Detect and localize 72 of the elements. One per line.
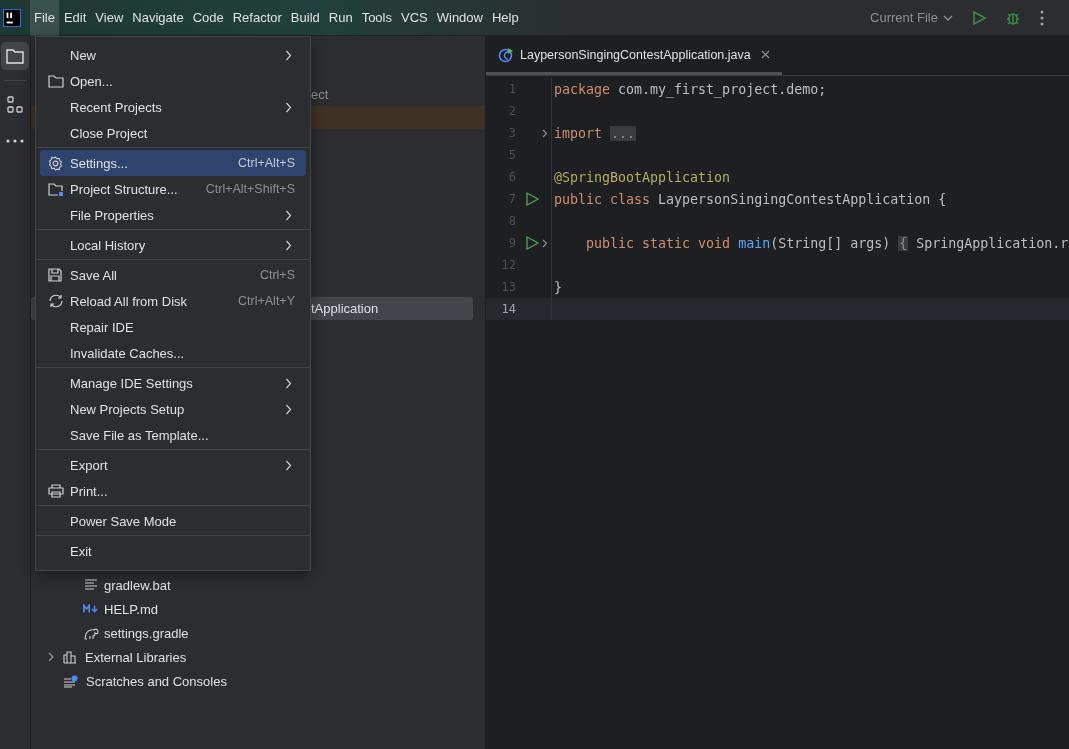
printer-icon [48,484,64,498]
menu-item[interactable]: Project Structure... Ctrl+Alt+Shift+S [40,176,306,202]
line-number: 14 [500,302,516,316]
run-icon[interactable] [971,9,987,26]
menu-item[interactable]: Close Project [40,120,306,146]
menu-item[interactable]: Export [40,452,306,478]
reload-icon [48,294,64,308]
more-icon[interactable] [1039,9,1045,26]
chevron-right-icon[interactable] [47,652,55,662]
text-file-icon [83,579,99,591]
menu-bar-item[interactable]: View [91,0,128,36]
save-icon [48,268,62,282]
menu-bar-item[interactable]: File [30,0,59,36]
code-line: public class LaypersonSingingContestApplication { [554,191,947,207]
menu-bar-item[interactable]: Navigate [128,0,188,36]
menu-bar-item[interactable]: Window [432,0,487,36]
run-icon[interactable] [525,192,539,206]
menu-item[interactable]: Print... [40,478,306,504]
app-logo-icon[interactable] [3,8,21,27]
run-icon[interactable] [525,236,539,250]
menu-item[interactable]: Power Save Mode [40,508,306,534]
menu-item[interactable]: File Properties [40,202,306,228]
scratch-icon [63,674,78,688]
menu-bar-item[interactable]: Edit [59,0,91,36]
tree-item[interactable]: settings.gradle [104,625,189,641]
menu-item[interactable]: Reload All from Disk Ctrl+Alt+Y [40,288,306,314]
code-line: } [554,279,562,295]
settings-icon [48,155,63,171]
library-icon [63,650,77,664]
folder-icon [48,74,64,88]
spring-class-icon [498,46,514,63]
menu-item[interactable]: Open... [40,68,306,94]
caret-icon [943,13,953,22]
menu-bar-item[interactable]: Build [286,0,324,36]
tree-item[interactable]: Scratches and Consoles [86,673,227,689]
menu-item[interactable]: Invalidate Caches... [40,340,306,366]
menu-item[interactable]: Save All Ctrl+S [40,262,306,288]
menu-bar-item[interactable]: VCS [397,0,432,36]
code-line: import ... [554,125,637,141]
menu-item[interactable]: Repair IDE [40,314,306,340]
editor-tab[interactable]: LaypersonSingingContestApplication.java [486,37,782,75]
code-line: package com.my_first_project.demo; [554,81,827,97]
elephant-icon [83,626,99,640]
menu-item[interactable]: Settings... Ctrl+Alt+S [40,150,306,176]
menu-bar-item[interactable]: Code [188,0,228,36]
code-line: @SpringBootApplication [554,169,731,185]
menu-item[interactable]: Save File as Template... [40,422,306,448]
menu-item[interactable]: Manage IDE Settings [40,370,306,396]
fold-chevron-icon[interactable] [542,238,548,248]
tree-item[interactable]: HELP.md [104,601,158,617]
menu-bar-item[interactable]: Tools [357,0,396,36]
menu-item[interactable]: New Projects Setup [40,396,306,422]
tree-item[interactable]: gradlew.bat [104,577,171,593]
project-structure-icon [48,181,64,197]
folder-icon [6,48,24,64]
more-icon [6,139,24,143]
menu-bar-item[interactable]: Refactor [228,0,286,36]
menu-bar-item[interactable]: Run [324,0,357,36]
project-tool-button[interactable] [1,42,29,70]
menu-item[interactable]: New [40,42,306,68]
structure-icon [6,96,24,114]
menu-item[interactable]: Local History [40,232,306,258]
menu-bar-item[interactable]: Help [487,0,523,36]
code-line: public static void main(String[] args) { SpringApplication.r [585,235,1069,251]
tree-item[interactable]: External Libraries [85,649,187,665]
menu-item[interactable]: Exit [40,538,306,564]
run-configuration-dropdown[interactable]: Current File [864,6,959,29]
markdown-file-icon [83,604,99,614]
menu-item[interactable]: Recent Projects [40,94,306,120]
close-icon[interactable] [760,50,770,59]
fold-chevron-icon[interactable] [542,128,548,138]
tree-item[interactable]: ect [311,87,329,102]
